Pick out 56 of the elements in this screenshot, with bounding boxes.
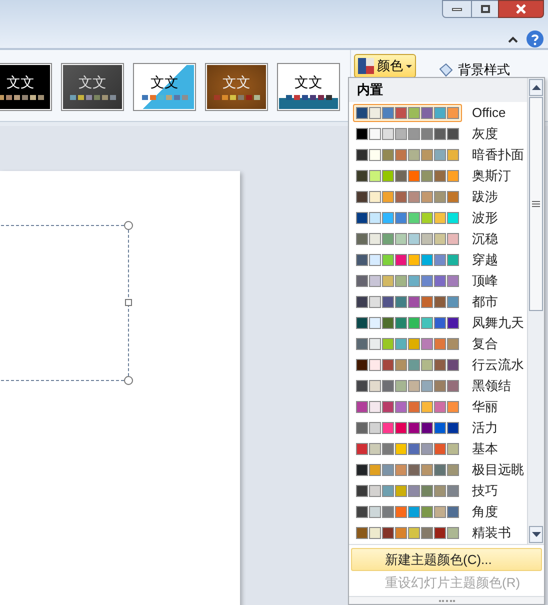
color-scheme-name[interactable]: 华丽 [472, 396, 498, 416]
section-header: 内置 [349, 78, 527, 102]
swatch-strip [0, 94, 44, 100]
resize-handle[interactable] [124, 221, 133, 230]
color-scheme-name[interactable]: 行云流水 [472, 354, 524, 374]
color-scheme-name[interactable]: 复合 [472, 334, 498, 354]
color-scheme-swatches[interactable] [353, 104, 462, 122]
color-scheme-name[interactable]: 波形 [472, 208, 498, 228]
color-scheme-name[interactable]: 技巧 [472, 480, 498, 500]
color-scheme-name[interactable]: 灰度 [472, 124, 498, 144]
theme-thumbnail[interactable]: 文文 [277, 63, 340, 111]
color-scheme-name[interactable]: Office [472, 102, 506, 122]
color-scheme-name[interactable]: 沉稳 [472, 228, 498, 248]
color-scheme-name[interactable]: 顶峰 [472, 270, 498, 290]
help-icon[interactable] [526, 30, 544, 48]
color-scheme-name[interactable]: 活力 [472, 418, 498, 438]
color-scheme-name[interactable]: 极目远眺 [472, 460, 524, 480]
scrollbar[interactable] [527, 78, 544, 544]
up-arrow-icon [532, 85, 540, 90]
colors-button[interactable]: 颜色 [354, 54, 416, 78]
scroll-thumb[interactable] [529, 97, 543, 311]
minimize-button[interactable] [442, 0, 472, 18]
close-icon [515, 4, 527, 14]
scroll-down-button[interactable] [529, 526, 543, 543]
down-arrow-icon [532, 532, 540, 537]
color-scheme-name[interactable]: 凤舞九天 [472, 312, 524, 332]
close-button[interactable] [498, 0, 544, 18]
sample-text: 文文 [78, 74, 106, 88]
color-scheme-name[interactable]: 精装书 [472, 522, 511, 542]
color-scheme-name[interactable]: 角度 [472, 502, 498, 522]
resize-handle[interactable] [124, 376, 133, 385]
color-scheme-name[interactable]: 都市 [472, 292, 498, 312]
resize-handle[interactable] [125, 299, 132, 306]
color-scheme-name[interactable]: 基本 [472, 438, 498, 458]
sample-text: 文文 [6, 74, 34, 88]
theme-thumbnail[interactable]: 文文 [205, 63, 268, 111]
swatch-strip [70, 94, 116, 100]
swatch-strip [214, 94, 260, 100]
scroll-up-button[interactable] [529, 79, 543, 96]
sample-text: 文文 [222, 74, 250, 88]
restore-button[interactable] [472, 0, 498, 18]
menu-command[interactable]: 新建主题颜色(C)... [351, 548, 542, 571]
color-scheme-name[interactable]: 穿越 [472, 250, 498, 270]
collapse-ribbon-icon[interactable] [508, 36, 518, 42]
theme-thumbnail[interactable]: 文文 [61, 63, 124, 111]
swatch-strip [142, 94, 188, 100]
dropdown-arrow-icon [406, 64, 412, 68]
background-styles-button[interactable]: 背景样式 [458, 60, 510, 80]
sample-text: 文文 [294, 74, 322, 88]
color-palette-icon [358, 58, 374, 74]
swatch-strip [286, 94, 332, 100]
color-scheme-name[interactable]: 黑领结 [472, 376, 511, 396]
color-scheme-name[interactable]: 奥斯汀 [472, 166, 511, 186]
color-scheme-name[interactable]: 暗香扑面 [472, 144, 524, 164]
theme-thumbnail[interactable]: 文文 [0, 63, 52, 111]
color-scheme-name[interactable]: 跋涉 [472, 186, 498, 206]
